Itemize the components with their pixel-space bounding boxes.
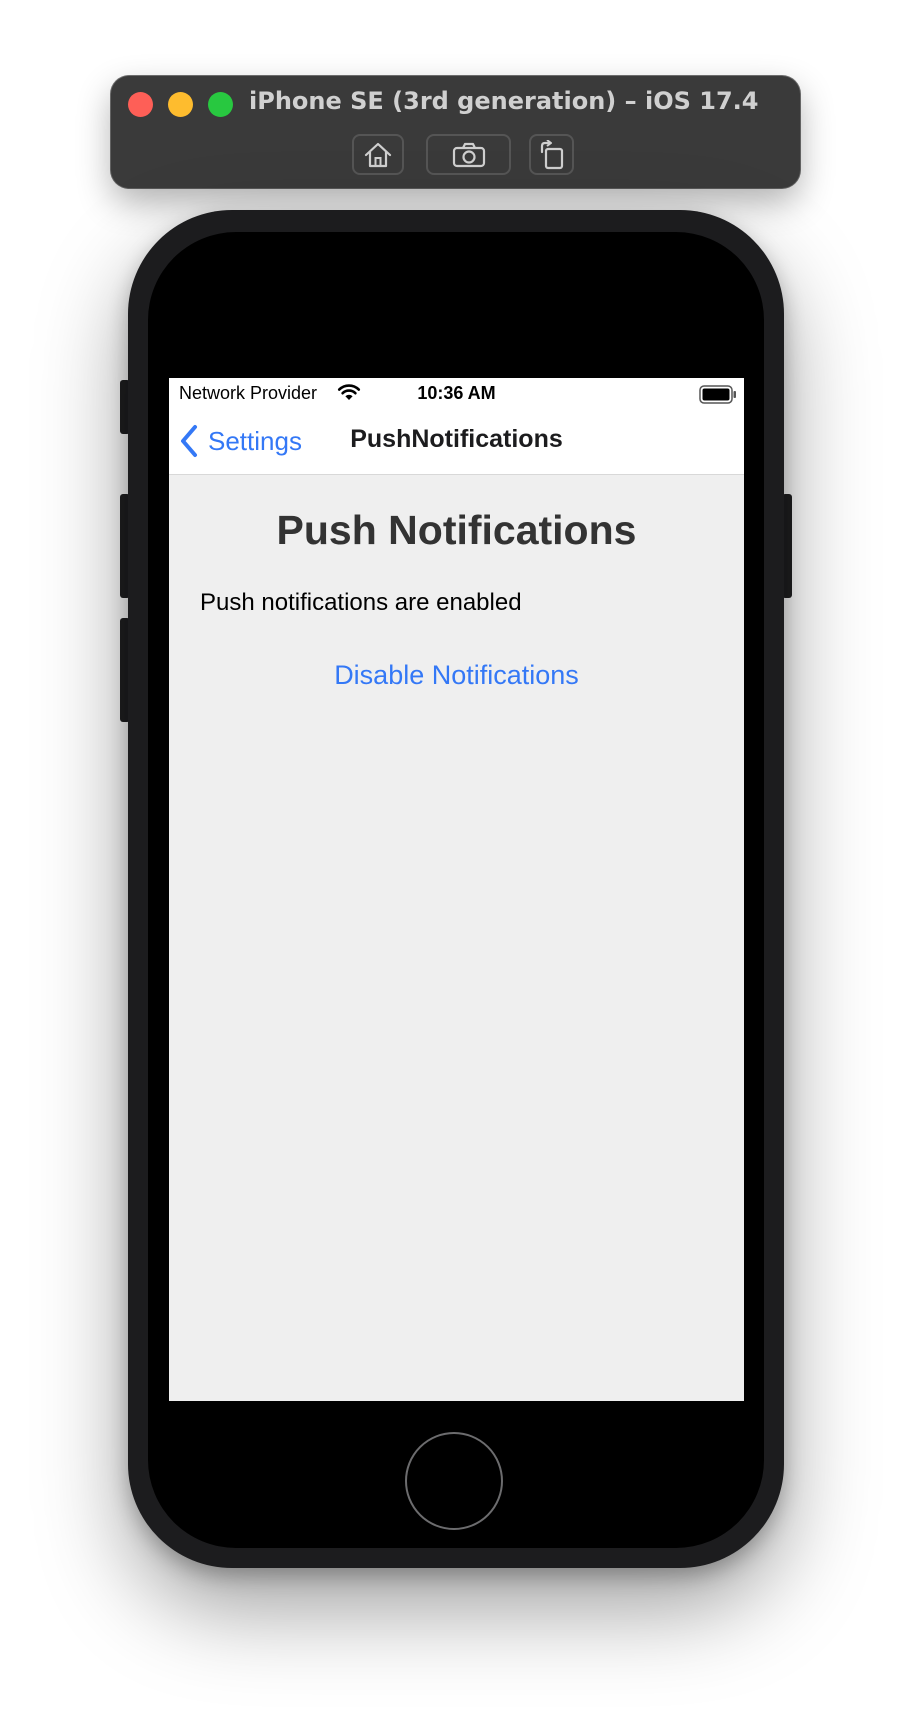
notification-status-text: Push notifications are enabled	[200, 589, 522, 616]
camera-icon	[452, 142, 485, 167]
home-button[interactable]	[405, 1432, 503, 1530]
battery-icon	[699, 385, 736, 404]
simulator-title: iPhone SE (3rd generation) – iOS 17.4	[249, 87, 759, 115]
simulator-stage: iPhone SE (3rd generation) – iOS 17.4 Ne…	[0, 0, 912, 1718]
home-icon	[364, 142, 392, 167]
status-time: 10:36 AM	[417, 383, 496, 403]
page-title: Push Notifications	[276, 507, 637, 553]
window-close-button[interactable]	[128, 92, 153, 117]
nav-title: PushNotifications	[350, 425, 563, 453]
status-bar: Network Provider 10:36 AM	[169, 378, 744, 411]
navigation-bar: Settings PushNotifications	[169, 411, 744, 475]
rotate-icon	[540, 139, 563, 169]
window-minimize-button[interactable]	[168, 92, 193, 117]
simulator-toolbar: iPhone SE (3rd generation) – iOS 17.4	[111, 76, 800, 188]
screenshot-button-toolbar[interactable]	[426, 134, 511, 175]
device-screen: Network Provider 10:36 AM Settings PushN…	[169, 378, 744, 1401]
home-button-toolbar[interactable]	[352, 134, 404, 175]
window-maximize-button[interactable]	[208, 92, 233, 117]
disable-notifications-button[interactable]: Disable Notifications	[169, 660, 744, 691]
rotate-button-toolbar[interactable]	[529, 134, 574, 175]
